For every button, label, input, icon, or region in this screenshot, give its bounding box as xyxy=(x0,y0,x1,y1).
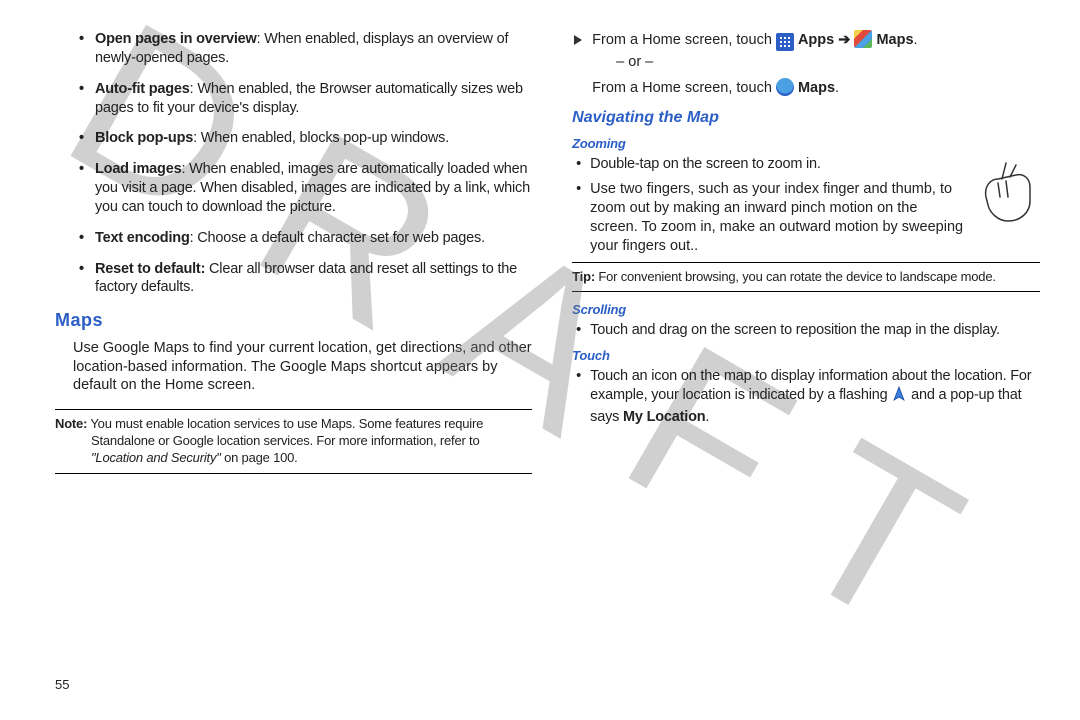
step-row: From a Home screen, touch Apps ➔ Maps. –… xyxy=(572,30,1040,98)
page-number: 55 xyxy=(55,677,69,692)
list-item: Reset to default: Clear all browser data… xyxy=(95,260,532,298)
maps-round-icon xyxy=(776,78,794,96)
list-item: Use two fingers, such as your index fing… xyxy=(590,180,1040,255)
arrow-right-icon: ➔ xyxy=(838,32,850,48)
right-column: From a Home screen, touch Apps ➔ Maps. –… xyxy=(572,30,1040,484)
tip-box: Tip: For convenient browsing, you can ro… xyxy=(572,262,1040,293)
step-alt: From a Home screen, touch Maps. xyxy=(592,78,917,98)
maps-heading: Maps xyxy=(55,309,532,332)
scrolling-heading: Scrolling xyxy=(572,302,1040,319)
note-tail: on page 100. xyxy=(221,450,298,465)
note-reference: "Location and Security" xyxy=(91,450,221,465)
or-separator: – or – xyxy=(592,53,917,72)
zooming-block: Double-tap on the screen to zoom in. Use… xyxy=(572,155,1040,261)
note-box: Note: You must enable location services … xyxy=(55,409,532,474)
step-marker-icon xyxy=(572,33,584,52)
step-text: From a Home screen, touch Apps ➔ Maps. –… xyxy=(592,30,917,98)
maps-icon xyxy=(854,30,872,48)
note-lead: Note: xyxy=(55,416,87,431)
touch-list: Touch an icon on the map to display info… xyxy=(572,367,1040,427)
list-item: Double-tap on the screen to zoom in. xyxy=(590,155,1040,174)
list-item: Touch an icon on the map to display info… xyxy=(590,367,1040,427)
my-location-label: My Location xyxy=(623,409,705,425)
tip-text: For convenient browsing, you can rotate … xyxy=(595,269,996,284)
touch-heading: Touch xyxy=(572,348,1040,365)
note-text: You must enable location services to use… xyxy=(87,416,483,448)
settings-bullet-list: Open pages in overview: When enabled, di… xyxy=(55,30,532,297)
page-content: Open pages in overview: When enabled, di… xyxy=(0,0,1080,514)
scrolling-list: Touch and drag on the screen to repositi… xyxy=(572,321,1040,340)
left-column: Open pages in overview: When enabled, di… xyxy=(55,30,532,484)
zooming-list: Double-tap on the screen to zoom in. Use… xyxy=(572,155,1040,255)
list-item: Touch and drag on the screen to repositi… xyxy=(590,321,1040,340)
location-arrow-icon xyxy=(891,386,907,408)
apps-label: Apps xyxy=(798,32,834,48)
list-item: Open pages in overview: When enabled, di… xyxy=(95,30,532,68)
maps-label: Maps xyxy=(876,32,913,48)
apps-icon xyxy=(776,33,794,51)
maps-intro: Use Google Maps to find your current loc… xyxy=(55,339,532,396)
list-item: Auto-fit pages: When enabled, the Browse… xyxy=(95,80,532,118)
list-item: Block pop-ups: When enabled, blocks pop-… xyxy=(95,129,532,148)
zooming-heading: Zooming xyxy=(572,136,1040,153)
navigating-heading: Navigating the Map xyxy=(572,108,1040,129)
maps-label: Maps xyxy=(798,80,835,96)
list-item: Load images: When enabled, images are au… xyxy=(95,160,532,217)
list-item: Text encoding: Choose a default characte… xyxy=(95,229,532,248)
tip-lead: Tip: xyxy=(572,269,595,284)
